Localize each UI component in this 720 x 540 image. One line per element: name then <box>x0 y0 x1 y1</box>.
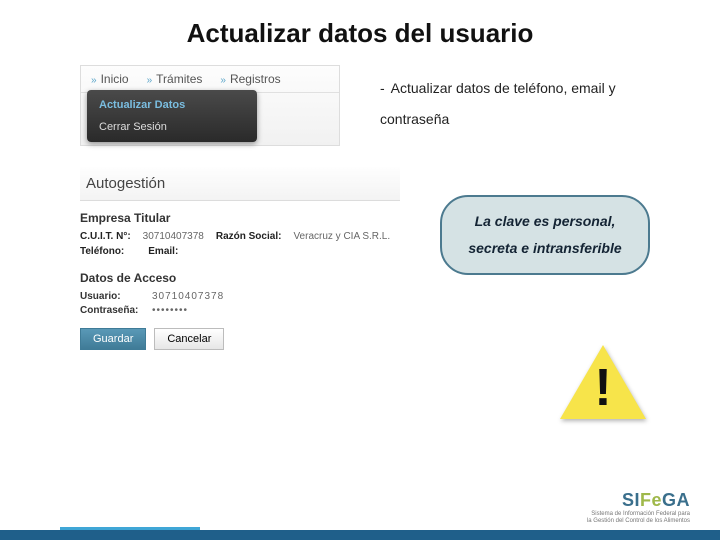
email-label: Email: <box>148 246 178 257</box>
contrasena-label: Contraseña: <box>80 305 142 316</box>
nav-item-registros[interactable]: Registros <box>220 72 280 86</box>
panel-heading: Autogestión <box>80 167 400 201</box>
usuario-label: Usuario: <box>80 291 142 302</box>
telefono-label: Teléfono: <box>80 246 124 257</box>
section-datos-acceso: Datos de Acceso <box>80 271 400 285</box>
guardar-button[interactable]: Guardar <box>80 328 146 350</box>
dash-bullet: - <box>380 80 385 96</box>
description-line2: contraseña <box>380 111 449 127</box>
warning-icon: ! <box>560 345 646 423</box>
cancelar-button[interactable]: Cancelar <box>154 328 224 350</box>
logo-suffix: GA <box>662 490 690 510</box>
nav-item-tramites[interactable]: Trámites <box>147 72 203 86</box>
footer: SIFeGA Sistema de Información Federal pa… <box>0 496 720 540</box>
nav-dropdown: Actualizar Datos Cerrar Sesión <box>87 90 257 142</box>
dropdown-actualizar-datos[interactable]: Actualizar Datos <box>87 94 257 116</box>
exclamation-icon: ! <box>560 359 646 417</box>
contrasena-field[interactable]: •••••••• <box>152 305 188 316</box>
callout-bubble: La clave es personal, secreta e intransf… <box>440 195 650 275</box>
content-area: Inicio Trámites Registros Actualizar Dat… <box>0 55 720 475</box>
callout-line2: secreta e intransferible <box>468 235 621 262</box>
page-title: Actualizar datos del usuario <box>0 0 720 55</box>
dropdown-cerrar-sesion[interactable]: Cerrar Sesión <box>87 116 257 138</box>
cuit-value: 30710407378 <box>143 231 204 242</box>
section-empresa-titular: Empresa Titular <box>80 211 400 225</box>
form-panel: Autogestión Empresa Titular C.U.I.T. N°:… <box>80 167 400 350</box>
footer-bar <box>0 530 720 540</box>
callout-line1: La clave es personal, <box>475 208 616 235</box>
logo-prefix: SI <box>622 490 640 510</box>
nav-screenshot: Inicio Trámites Registros Actualizar Dat… <box>80 65 340 146</box>
nav-top-row: Inicio Trámites Registros <box>81 66 339 93</box>
logo-subtitle-1: Sistema de Información Federal para <box>530 511 690 518</box>
description-line1: Actualizar datos de teléfono, email y <box>391 80 616 96</box>
sifega-logo: SIFeGA Sistema de Información Federal pa… <box>530 490 690 530</box>
logo-mid: Fe <box>640 490 662 510</box>
usuario-value: 30710407378 <box>152 291 224 302</box>
logo-subtitle-2: la Gestión del Control de los Alimentos <box>530 518 690 525</box>
razon-value: Veracruz y CIA S.R.L. <box>293 231 390 242</box>
cuit-label: C.U.I.T. N°: <box>80 231 131 242</box>
nav-item-inicio[interactable]: Inicio <box>91 72 129 86</box>
razon-label: Razón Social: <box>216 231 282 242</box>
description-text: -Actualizar datos de teléfono, email y c… <box>380 73 660 135</box>
